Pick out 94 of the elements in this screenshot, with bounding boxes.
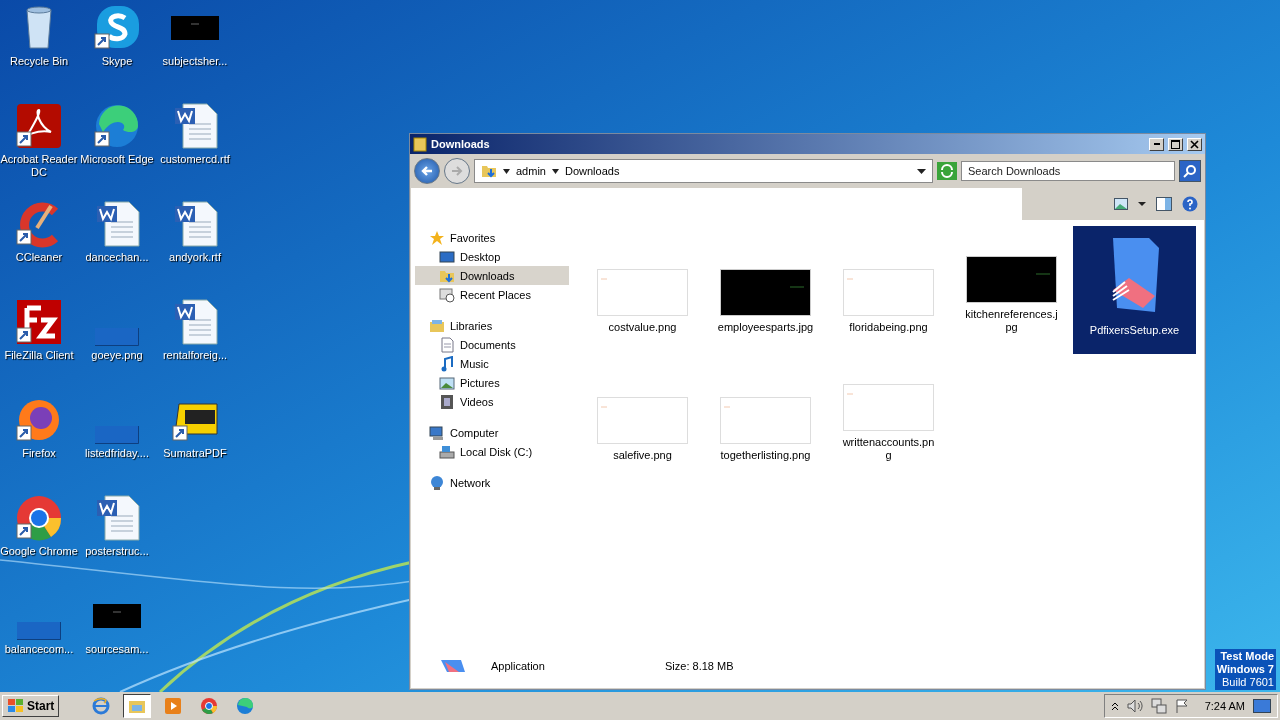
file-item[interactable]: PdfixersSetup.exe (1073, 226, 1196, 354)
star-icon (429, 229, 445, 246)
picture-icon (439, 374, 455, 391)
icon-label[interactable]: subjectsher... (162, 55, 228, 68)
breadcrumb-item[interactable]: admin (516, 165, 546, 177)
icon-label[interactable]: balancecom... (4, 643, 74, 656)
minimize-icon (1153, 143, 1160, 145)
icon-label[interactable]: andyork.rtf (169, 251, 221, 264)
refresh-icon (937, 162, 957, 180)
taskbar-app[interactable] (123, 694, 152, 718)
maximize-button[interactable] (1168, 137, 1183, 151)
test-mode-notice: Test Mode Windows 7 Build 7601 (1214, 649, 1276, 690)
nav-item[interactable]: Pictures (415, 373, 569, 392)
icon-label[interactable]: posterstruc... (85, 545, 149, 558)
preview-pane-icon (1156, 197, 1172, 211)
file-item[interactable]: floridabeing.png (827, 226, 950, 354)
minimize-button[interactable] (1149, 137, 1164, 151)
film-icon (439, 393, 455, 410)
nav-item[interactable]: Network (415, 473, 569, 492)
file-item[interactable]: salefive.png (581, 354, 704, 482)
nav-item[interactable]: Local Disk (C:) (415, 442, 569, 461)
music-note-icon (439, 355, 455, 372)
clock-icon (439, 286, 455, 303)
icon-label[interactable]: Firefox (22, 447, 56, 460)
file-item[interactable]: togetherlisting.png (704, 354, 827, 482)
file-item[interactable]: costvalue.png (581, 226, 704, 354)
icon-label[interactable]: SumatraPDF (163, 447, 227, 460)
nav-item[interactable]: Computer (415, 423, 569, 442)
close-icon (1190, 139, 1199, 149)
icon-label[interactable]: Recycle Bin (9, 55, 69, 68)
icon-label[interactable]: CCleaner (15, 251, 63, 264)
computer-icon (429, 424, 445, 441)
icon-label[interactable]: Microsoft Edge (80, 153, 154, 166)
back-button[interactable] (414, 158, 440, 184)
dropdown-caret-icon (917, 168, 926, 174)
caret-icon (1138, 202, 1146, 206)
speaker-icon (1126, 699, 1143, 713)
search-field[interactable]: Search Downloads (961, 161, 1175, 181)
chevron-up-icon (1110, 701, 1119, 711)
file-size: Size: 8.18 MB (665, 660, 734, 672)
icon-label[interactable]: goeye.png (91, 349, 143, 362)
icon-label[interactable]: listedfriday.... (85, 447, 149, 460)
breadcrumb-item[interactable]: Downloads (564, 165, 620, 177)
nav-item[interactable]: Music (415, 354, 569, 373)
nav-item[interactable]: Desktop (415, 247, 569, 266)
caret-icon (503, 168, 510, 174)
file-type: Application (491, 660, 546, 672)
icon-label[interactable]: customercd.rtf (160, 153, 230, 166)
windows-logo-icon (7, 698, 25, 714)
maximize-icon (1171, 139, 1180, 149)
file-item[interactable]: employeesparts.jpg (704, 226, 827, 354)
forward-arrow-icon (450, 164, 464, 178)
picture-icon (1114, 198, 1128, 210)
icon-label[interactable]: Skype (101, 55, 133, 68)
library-folder-icon (429, 317, 445, 334)
caret-icon (551, 168, 559, 174)
show-desktop-icon (1253, 699, 1271, 713)
monitor-icon (439, 248, 455, 265)
folder-icon (413, 136, 427, 152)
start-button[interactable]: Start (2, 695, 60, 717)
edge-icon (236, 697, 255, 715)
icon-label[interactable]: sourcesam... (85, 643, 149, 656)
nav-item[interactable]: Libraries (415, 316, 569, 335)
search-button[interactable] (1179, 160, 1201, 182)
ie-icon (92, 697, 111, 715)
chrome-icon (200, 697, 219, 715)
file-item[interactable]: writtenaccounts.png (827, 354, 950, 482)
search-icon (1183, 164, 1197, 178)
icon-label[interactable]: dancechan... (85, 251, 149, 264)
address-bar[interactable]: admin Downloads (474, 159, 933, 183)
icon-label[interactable]: rentalforeig... (162, 349, 228, 362)
icon-label[interactable]: FileZilla Client (4, 349, 74, 362)
network-icon (1150, 698, 1167, 714)
nav-item[interactable]: Downloads (415, 266, 569, 285)
close-button[interactable] (1187, 137, 1202, 151)
nav-item[interactable]: Documents (415, 335, 569, 354)
installer-icon (439, 658, 467, 674)
play-icon (164, 697, 183, 715)
icon-label[interactable]: Google Chrome (0, 545, 78, 558)
clock: 7:24 AM (1203, 700, 1245, 712)
nav-item[interactable]: Favorites (415, 228, 569, 247)
document-icon (439, 336, 455, 353)
drive-icon (439, 443, 455, 460)
window-title: Downloads (431, 138, 491, 150)
flag-icon (1174, 699, 1189, 713)
nav-item[interactable]: Videos (415, 392, 569, 411)
forward-button[interactable] (444, 158, 470, 184)
download-folder-icon (481, 163, 497, 179)
file-item[interactable]: kitchenreferences.jpg (950, 226, 1073, 354)
nav-item[interactable]: Recent Places (415, 285, 569, 304)
icon-label[interactable]: Acrobat Reader DC (0, 153, 78, 179)
globe-icon (429, 474, 445, 491)
back-arrow-icon (420, 164, 434, 178)
help-icon (1182, 196, 1198, 212)
